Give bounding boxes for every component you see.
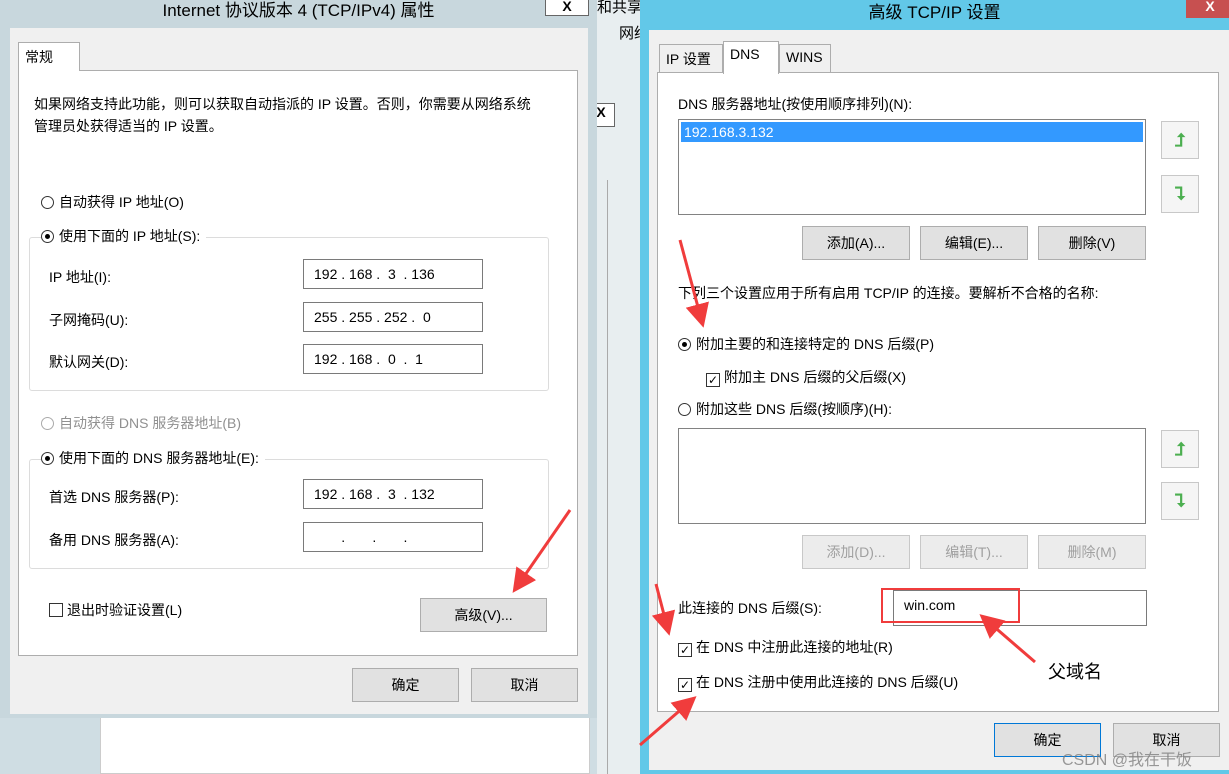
tab-dns[interactable]: DNS [723, 41, 779, 74]
watermark: CSDN @我在干饭 [1062, 752, 1193, 769]
arrow-to-use-suffix [639, 696, 697, 747]
arrow-to-advanced [512, 509, 572, 593]
arrow-to-register [651, 583, 676, 636]
tab-general[interactable]: 常规 [18, 42, 80, 71]
arrow-to-suffix [979, 614, 1036, 664]
arrow-to-append-primary [678, 239, 709, 328]
annotation-arrows [512, 239, 1036, 747]
